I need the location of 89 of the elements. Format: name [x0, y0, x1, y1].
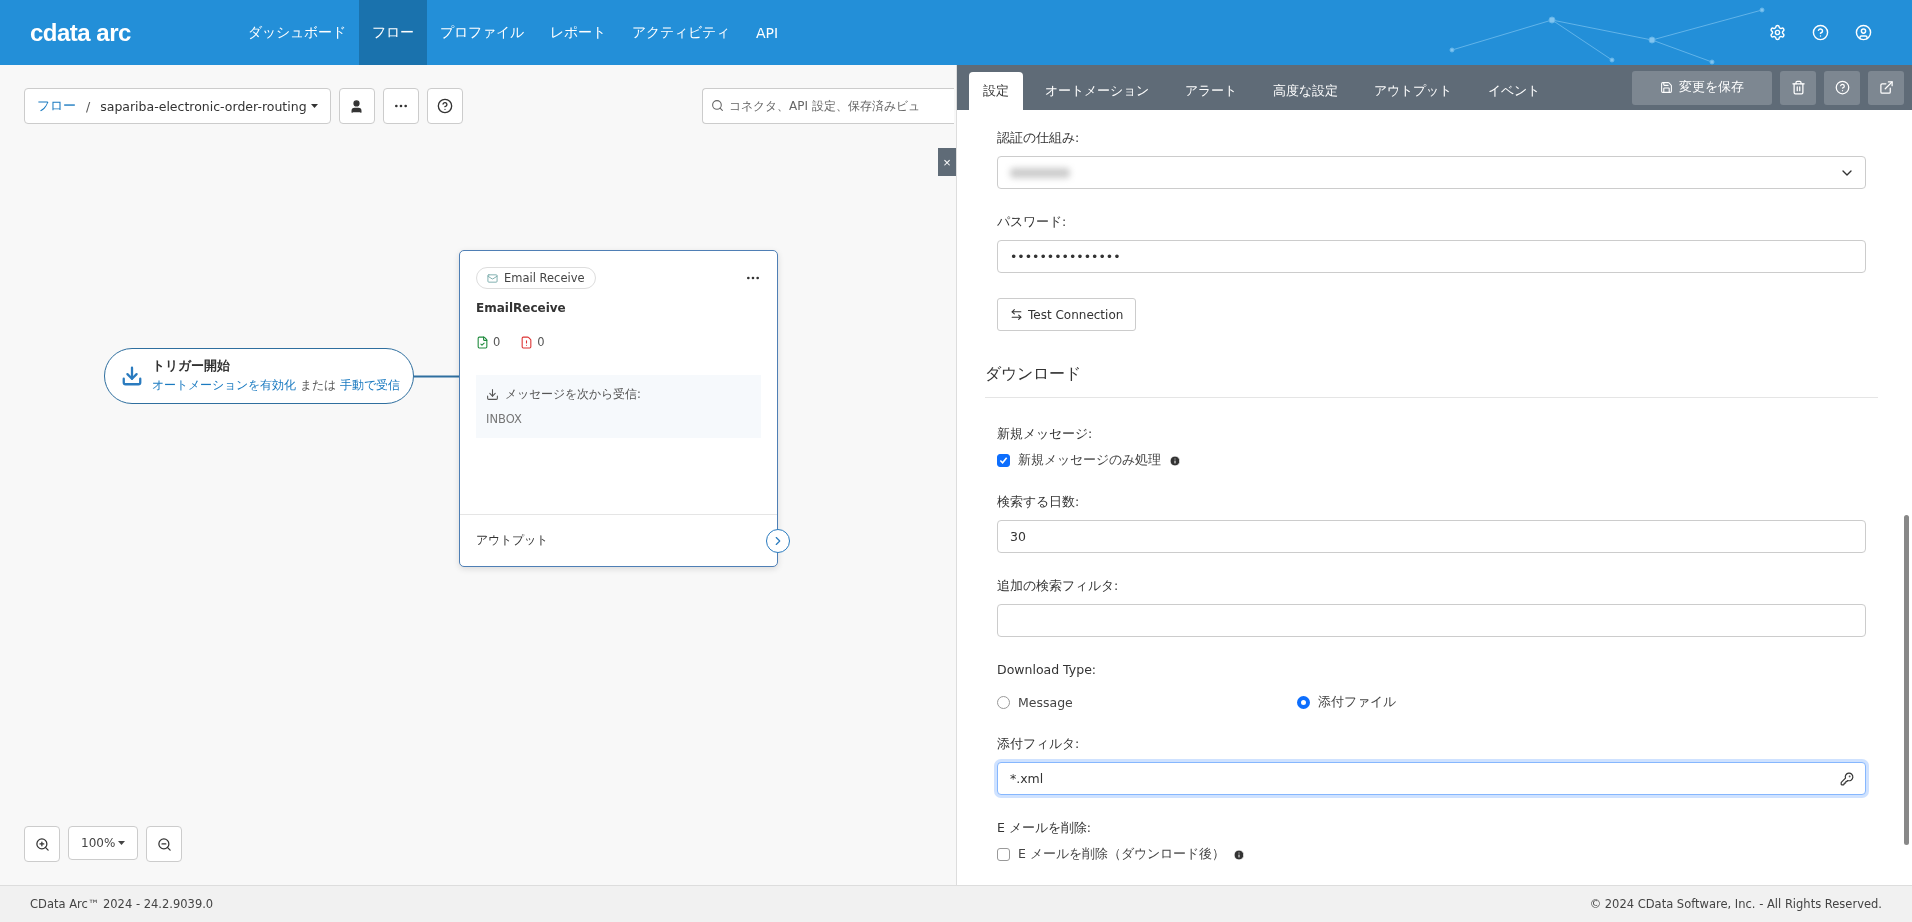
file-check-icon: [476, 335, 489, 349]
panel-tab[interactable]: オートメーション: [1031, 72, 1163, 110]
joiner-text: または: [300, 377, 336, 394]
caret-icon: [310, 104, 318, 108]
blurred-value: [1010, 167, 1070, 178]
manual-receive-link[interactable]: 手動で受信: [340, 377, 400, 394]
field-label: パスワード:: [997, 214, 1068, 231]
user-icon: [349, 98, 365, 114]
copyright-text: © 2024 CData Software, Inc. - All Rights Reserved.: [1589, 897, 1882, 911]
info-icon: [1169, 454, 1181, 467]
panel-tab[interactable]: アウトプット: [1360, 72, 1466, 110]
field-label: 添付フィルタ:: [997, 736, 1081, 753]
breadcrumb-link[interactable]: フロー: [37, 97, 76, 115]
panel-tab[interactable]: イベント: [1474, 72, 1554, 110]
checkbox[interactable]: [997, 454, 1010, 467]
zoom-in-icon: [34, 836, 50, 852]
zoom-in-button[interactable]: [24, 826, 60, 862]
search-field[interactable]: コネクタ、API 設定、保存済みビュ: [702, 88, 954, 124]
output-label: アウトプット: [476, 532, 548, 549]
select-field[interactable]: [997, 156, 1866, 189]
radio-label: Message: [1018, 695, 1073, 710]
open-external-button[interactable]: [1868, 70, 1904, 105]
panel-tab[interactable]: 設定: [969, 72, 1023, 110]
output-button[interactable]: [766, 529, 790, 553]
nav-tab[interactable]: フロー: [358, 0, 427, 65]
nav-tab[interactable]: API: [742, 0, 792, 65]
trigger-title: トリガー開始: [152, 358, 231, 375]
settings-icon[interactable]: [1769, 24, 1786, 41]
download-icon: [121, 365, 143, 387]
info-icon: [1232, 848, 1245, 861]
nav-tab[interactable]: ダッシュボード: [234, 0, 359, 65]
enable-automation-link[interactable]: オートメーションを有効化: [152, 377, 296, 394]
section-heading: ダウンロード: [985, 364, 1878, 398]
search-icon: [711, 99, 724, 112]
mail-icon: [487, 272, 498, 284]
save-button[interactable]: 変更を保存: [1632, 70, 1772, 105]
caret-icon: [118, 841, 126, 845]
delete-button[interactable]: [1780, 70, 1816, 105]
radio-button[interactable]: [1297, 696, 1310, 709]
field-label: 検索する日数:: [997, 494, 1081, 511]
nav-tab[interactable]: レポート: [536, 0, 619, 65]
help-button[interactable]: [426, 88, 463, 124]
checkbox-label: 新規メッセージのみ処理: [1018, 452, 1161, 469]
radio-label: 添付ファイル: [1318, 694, 1396, 711]
help-icon: [1834, 80, 1850, 95]
input-field[interactable]: 30: [997, 520, 1866, 553]
logo: cdata arc: [29, 17, 132, 48]
checkbox[interactable]: [997, 848, 1010, 861]
trash-icon: [1790, 80, 1806, 95]
trigger-node[interactable]: トリガー開始 オートメーションを有効化 または 手動で受信: [104, 348, 414, 404]
key-icon: [1840, 772, 1854, 786]
breadcrumb-separator: /: [86, 98, 91, 114]
file-warning-icon: [520, 335, 534, 349]
zoom-out-button[interactable]: [146, 826, 183, 862]
arrows-icon: [1010, 308, 1023, 321]
user-button[interactable]: [338, 88, 375, 124]
close-button[interactable]: ×: [938, 148, 956, 176]
test-connection-button[interactable]: Test Connection: [997, 298, 1137, 331]
field-label: E メールを削除:: [997, 820, 1093, 837]
node-name: EmailReceive: [476, 301, 567, 315]
input-field[interactable]: •••••••••••••••: [997, 240, 1866, 273]
success-count: 0: [476, 335, 501, 349]
radio-button[interactable]: [997, 696, 1010, 709]
input-field[interactable]: [997, 604, 1866, 637]
checkbox-label: E メールを削除（ダウンロード後）: [1018, 846, 1225, 863]
input-field[interactable]: *.xml: [997, 762, 1866, 795]
error-count: 0: [520, 335, 545, 349]
connector-node[interactable]: Email Receive EmailReceive 0 0 メッセージを次から受信: INBOX アウトプット: [459, 250, 778, 567]
field-label: 新規メッセージ:: [997, 426, 1094, 443]
panel-tab[interactable]: アラート: [1171, 72, 1251, 110]
zoom-dropdown[interactable]: 100%: [68, 826, 139, 860]
help-icon[interactable]: [1812, 24, 1829, 41]
help-icon: [436, 98, 453, 114]
version-text: CData Arc™ 2024 - 24.2.9039.0: [30, 897, 214, 911]
zoom-out-icon: [156, 836, 172, 852]
source-label: メッセージを次から受信:: [486, 387, 751, 402]
nav-tab[interactable]: プロファイル: [426, 0, 537, 65]
field-label: 追加の検索フィルタ:: [997, 578, 1120, 595]
flow-dropdown[interactable]: sapariba-electronic-order-routing: [100, 98, 318, 114]
panel-tab[interactable]: 高度な設定: [1259, 72, 1352, 110]
source-value: INBOX: [486, 412, 523, 426]
download-icon: [486, 388, 499, 401]
field-label: 認証の仕組み:: [997, 130, 1081, 147]
field-label: Download Type:: [997, 662, 1098, 677]
connector-line: [414, 375, 459, 378]
user-icon[interactable]: [1855, 24, 1872, 41]
save-icon: [1660, 81, 1673, 94]
nav-tab[interactable]: アクティビティ: [618, 0, 743, 65]
external-link-icon: [1878, 80, 1894, 95]
